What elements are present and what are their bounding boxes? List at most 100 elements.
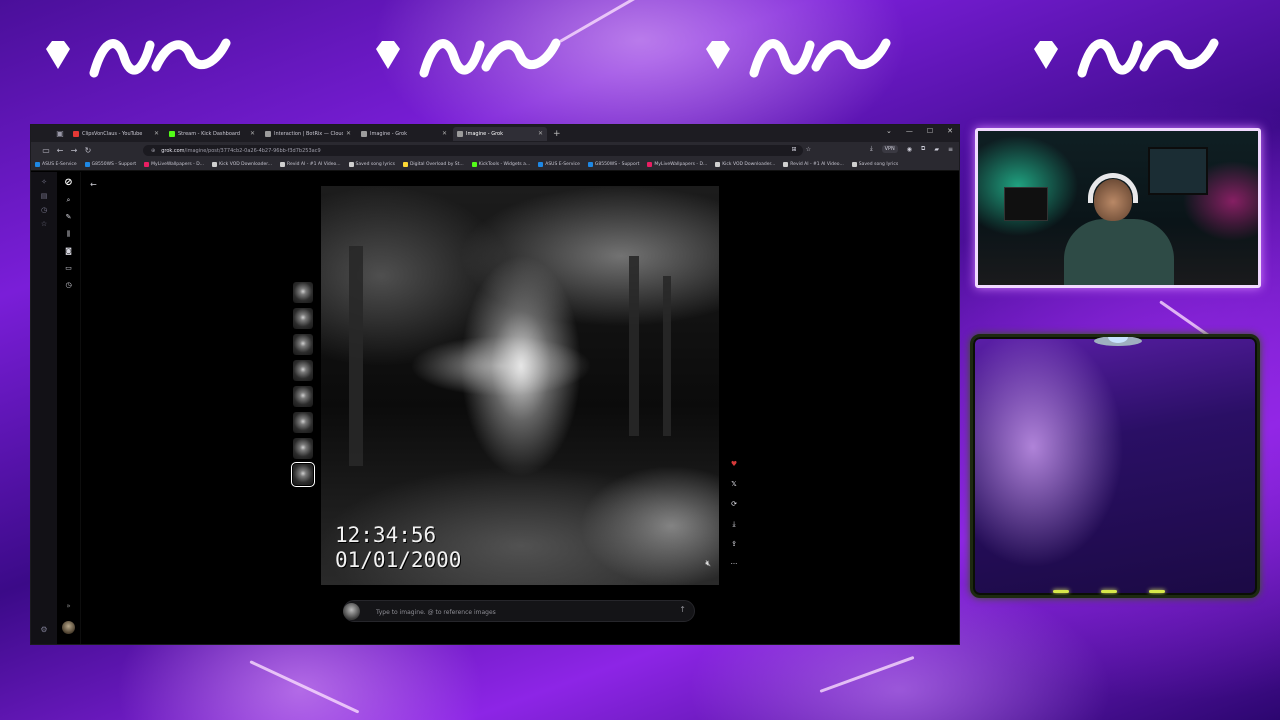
tab-label: Stream - Kick Dashboard [178,130,241,137]
site-info-icon[interactable]: ⊕ [151,148,155,154]
bookmark-favicon-icon [144,162,150,167]
imagine-icon[interactable]: ◙ [65,247,72,256]
bookmarks-icon[interactable]: ☆ [41,220,47,229]
close-icon[interactable]: ✕ [442,130,447,137]
bookmark-favicon-icon [587,162,593,167]
bookmark-item[interactable]: Kick VOD Downloader... [715,162,775,167]
send-arrow-icon[interactable]: ↑ [679,605,686,614]
generated-video-frame[interactable]: 12:34:56 01/01/2000 🔇︎ [321,186,719,585]
thumbnail-item[interactable] [293,386,313,407]
download-icon[interactable]: ⤓ [727,518,741,530]
thumbnail-item[interactable] [293,360,313,381]
bookmark-item[interactable]: ASUS E-Service [538,162,580,167]
tab-youtube[interactable]: ClipsVonClaus - YouTube ✕ [69,127,163,141]
extensions-icon[interactable]: ⧉ [921,145,925,153]
reload-icon[interactable]: ↻ [81,146,95,155]
bookmark-item[interactable]: Digital Overload by St... [402,162,464,167]
thumbnail-item-selected[interactable] [291,462,315,487]
thumbnail-strip [291,282,315,487]
bookmark-item[interactable]: KickTools - Widgets a... [471,162,530,167]
grok-logo-icon[interactable]: ⊘ [64,177,72,188]
stream-banner-logo [40,20,236,90]
bookmark-item[interactable]: Saved song lyrics [851,162,898,167]
bookmark-star-icon[interactable]: ☆ [806,146,811,153]
back-icon[interactable]: ← [53,146,67,155]
new-tab-plus-icon[interactable]: + [553,129,561,139]
history-icon[interactable]: ◷ [41,206,47,215]
heart-icon[interactable]: ♥ [727,458,741,470]
grok-nav-rail: ⊘ ⌕ ✎ ⫼ ◙ ▭ ◷ » [57,172,81,644]
expand-sidebar-icon[interactable]: » [66,602,70,610]
sidebar-toggle-icon[interactable]: ▭ [39,146,53,155]
thumbnail-item[interactable] [293,334,313,355]
banner-squiggle-icon [1077,38,1219,78]
back-arrow-icon[interactable]: ← [90,180,97,189]
bookmark-item[interactable]: G8550WS - Support [587,162,639,167]
redo-icon[interactable]: ⟳ [727,498,741,510]
wallet-icon[interactable]: ▤ [41,192,48,201]
tab-label: Interaction | BotRix — Cloud St [274,130,343,137]
shield-icon[interactable]: ◉ [907,146,912,153]
bookmark-item[interactable]: Revid AI - #1 AI Video... [280,162,341,167]
thumbnail-item[interactable] [293,282,313,303]
search-icon[interactable]: ⌕ [67,196,71,205]
maximize-icon[interactable]: ☐ [927,127,933,135]
diamond-icon [706,41,730,69]
bookmark-item[interactable]: MyLiveWallpapers - D... [144,162,204,167]
tab-kick-dashboard[interactable]: Stream - Kick Dashboard ✕ [165,127,259,141]
frame-lights [1053,590,1165,593]
x-share-icon[interactable]: 𝕏 [727,478,741,490]
settings-gear-icon[interactable]: ⚙ [40,625,47,634]
bookmark-favicon-icon [84,162,90,167]
history-icon[interactable]: ◷ [65,281,71,290]
youtube-icon [73,130,79,137]
tab-list-chevron-icon[interactable]: ⌄ [886,127,892,135]
voice-icon[interactable]: ⫼ [67,230,70,239]
tab-imagine-grok-active[interactable]: Imagine - Grok ✕ [453,126,547,141]
url-field[interactable]: ⊕ grok.com /imagine/post/3774cb2-0a26-4b… [143,145,803,156]
close-icon[interactable]: ✕ [346,130,351,137]
tab-imagine-grok[interactable]: Imagine - Grok ✕ [357,127,451,141]
thumbnail-item[interactable] [293,412,313,433]
frame-light [1149,590,1165,593]
minimize-icon[interactable]: — [906,127,913,135]
bookmark-item[interactable]: G8550WS - Support [84,162,136,167]
avatar[interactable] [62,621,75,634]
close-icon[interactable]: ✕ [250,130,255,137]
tab-botrix[interactable]: Interaction | BotRix — Cloud St ✕ [261,127,355,141]
close-window-icon[interactable]: ✕ [947,127,953,135]
bookmark-favicon-icon [35,162,40,167]
thumbnail-item[interactable] [293,438,313,459]
address-bar: ▭ ← → ↻ ⊕ grok.com /imagine/post/3774cb2… [31,142,959,159]
prompt-input[interactable] [376,606,656,618]
diamond-icon [376,41,400,69]
thumbnail-item[interactable] [293,308,313,329]
diamond-icon [1034,41,1058,69]
bookmark-item[interactable]: Revid AI - #1 AI Video... [783,162,844,167]
profile-icon[interactable]: ▰ [934,146,939,153]
alert-frame-overlay [970,334,1260,598]
workspaces-icon[interactable]: ▣ [53,127,67,141]
close-icon[interactable]: ✕ [538,130,543,137]
bookmark-item[interactable]: MyLiveWallpapers - D... [647,162,707,167]
bookmark-item[interactable]: Saved song lyrics [348,162,395,167]
bookmark-item[interactable]: ASUS E-Service [35,162,77,167]
browser-window: ▣ ClipsVonClaus - YouTube ✕ Stream - Kic… [30,124,960,645]
aria-icon[interactable]: ✧ [41,178,47,187]
projects-icon[interactable]: ▭ [65,264,72,273]
close-icon[interactable]: ✕ [154,130,159,137]
screenshot-icon[interactable]: ⊞ [792,146,797,153]
forward-icon[interactable]: → [67,146,81,155]
kick-icon [169,130,175,137]
bookmark-item[interactable]: Kick VOD Downloader... [212,162,272,167]
botrix-icon [265,130,271,137]
download-icon[interactable]: ⤓ [870,145,873,153]
menu-icon[interactable]: ≡ [948,146,953,153]
reference-image-avatar[interactable] [343,603,360,620]
vpn-button[interactable]: VPN [881,145,898,153]
edit-icon[interactable]: ✎ [66,213,72,222]
share-icon[interactable]: ⇪ [727,538,741,550]
more-options-icon[interactable]: ··· [727,558,741,570]
timestamp-date: 01/01/2000 [335,548,462,572]
mute-icon[interactable]: 🔇︎ [705,559,711,569]
